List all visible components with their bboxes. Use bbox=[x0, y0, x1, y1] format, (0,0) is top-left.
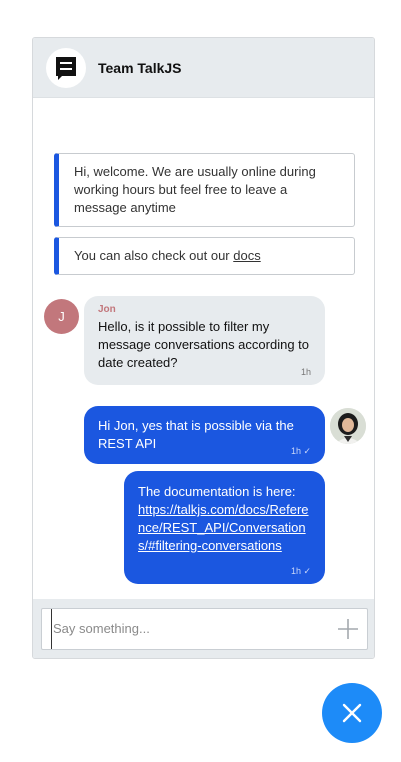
launcher-close-button[interactable] bbox=[322, 683, 382, 743]
agent-photo bbox=[330, 408, 366, 444]
conversation-title: Team TalkJS bbox=[98, 60, 182, 76]
chat-window: Team TalkJS Hi, welcome. We are usually … bbox=[32, 37, 375, 659]
message-input[interactable] bbox=[51, 609, 323, 649]
system-message-docs-text: You can also check out our bbox=[74, 248, 234, 263]
message-bubble-outgoing: The documentation is here: https://talkj… bbox=[124, 471, 325, 584]
close-icon bbox=[342, 703, 362, 723]
docs-link[interactable]: docs bbox=[233, 248, 260, 263]
message-timestamp: 1h bbox=[300, 367, 311, 377]
system-message-docs: You can also check out our docs bbox=[54, 237, 355, 275]
message-link[interactable]: https://talkjs.com/docs/Reference/REST_A… bbox=[138, 501, 311, 555]
avatar-jon: J bbox=[44, 299, 79, 334]
message-bubble-outgoing: Hi Jon, yes that is possible via the RES… bbox=[84, 406, 325, 464]
message-timestamp: 1h ✓ bbox=[290, 566, 311, 576]
chat-header: Team TalkJS bbox=[33, 38, 374, 98]
message-text: Hi Jon, yes that is possible via the RES… bbox=[98, 418, 294, 451]
talkjs-logo-icon bbox=[46, 48, 86, 88]
plus-icon[interactable] bbox=[337, 618, 359, 640]
composer bbox=[33, 599, 374, 658]
message-text: Hello, is it possible to filter my messa… bbox=[98, 319, 310, 370]
message-sender: Jon bbox=[98, 304, 116, 315]
message-timestamp: 1h ✓ bbox=[290, 446, 311, 456]
avatar-agent bbox=[330, 408, 366, 444]
system-message-welcome: Hi, welcome. We are usually online durin… bbox=[54, 153, 355, 227]
message-text: The documentation is here: bbox=[138, 484, 296, 499]
logo-mark bbox=[56, 57, 76, 80]
composer-input-box bbox=[41, 608, 368, 650]
message-bubble-incoming: Jon Hello, is it possible to filter my m… bbox=[84, 296, 325, 385]
